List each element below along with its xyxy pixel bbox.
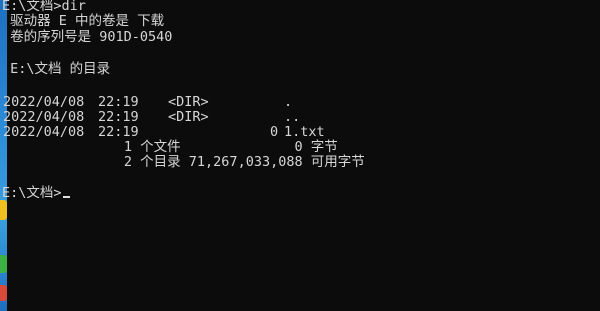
volume-label-line: 驱动器 E 中的卷是 下载	[2, 13, 165, 29]
entry-type: <DIR>	[168, 109, 209, 125]
prompt-text: E:\文档>	[2, 185, 62, 201]
command-prompt[interactable]: E:\文档>	[2, 185, 70, 202]
console-window[interactable]: E:\文档>dir 驱动器 E 中的卷是 下载 卷的序列号是 901D-0540…	[0, 0, 600, 311]
summary-dirs-line: 2 个目录 71,267,033,088 可用字节	[2, 154, 365, 170]
console-output[interactable]: E:\文档>dir 驱动器 E 中的卷是 下载 卷的序列号是 901D-0540…	[0, 0, 600, 311]
directory-of-line: E:\文档 的目录	[2, 61, 111, 77]
text-cursor	[62, 196, 70, 198]
volume-serial-line: 卷的序列号是 901D-0540	[2, 29, 173, 45]
